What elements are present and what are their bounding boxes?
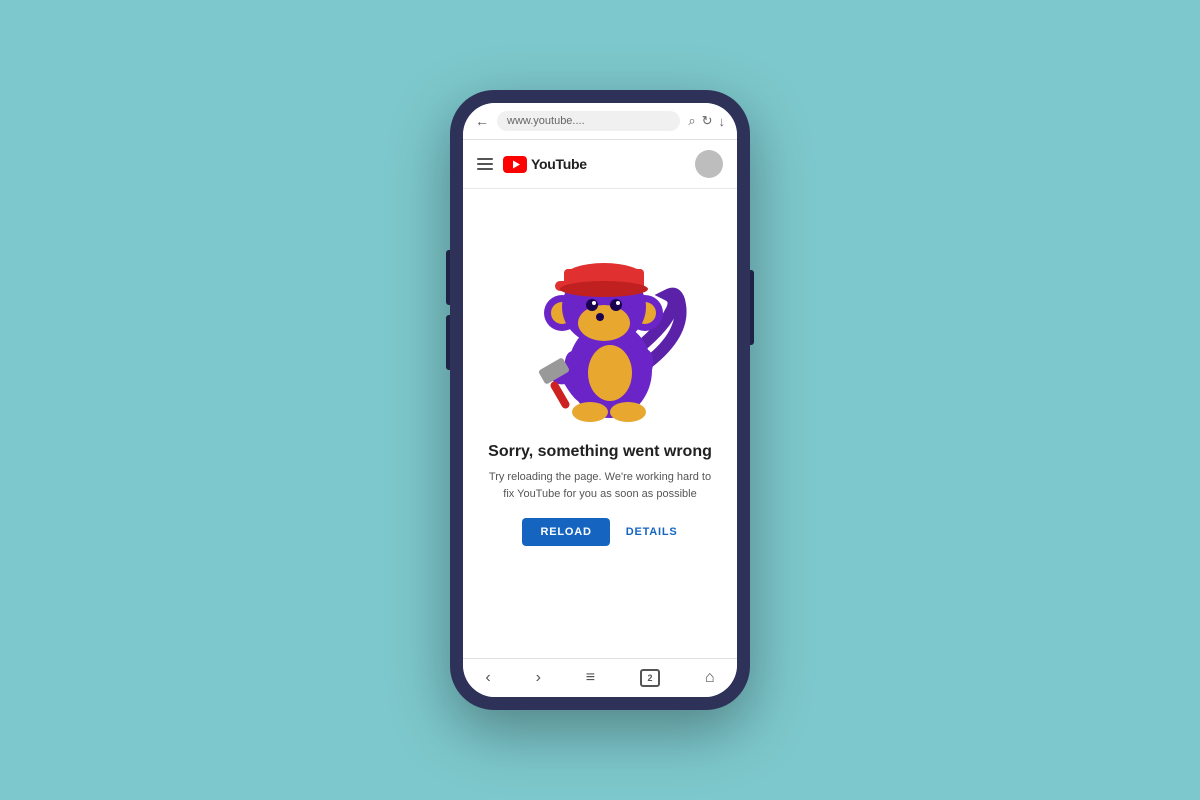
- nav-back-icon[interactable]: ‹: [485, 669, 490, 687]
- reload-button[interactable]: RELOAD: [522, 518, 609, 546]
- error-content: Sorry, something went wrong Try reloadin…: [463, 189, 737, 658]
- phone-frame: ← www.youtube.... ⌕ ↻ ↓: [450, 90, 750, 710]
- nav-home-icon[interactable]: ⌂: [705, 669, 715, 687]
- phone-screen: ← www.youtube.... ⌕ ↻ ↓: [463, 103, 737, 697]
- address-bar[interactable]: www.youtube....: [497, 111, 680, 131]
- youtube-icon: [503, 156, 527, 173]
- address-text: www.youtube....: [507, 115, 585, 127]
- user-avatar[interactable]: [695, 150, 723, 178]
- browser-icons: ⌕ ↻ ↓: [688, 113, 725, 129]
- yt-header-left: YouTube: [477, 156, 587, 173]
- youtube-logo: YouTube: [503, 156, 587, 173]
- search-icon[interactable]: ⌕: [688, 113, 695, 129]
- browser-bar: ← www.youtube.... ⌕ ↻ ↓: [463, 103, 737, 140]
- download-icon[interactable]: ↓: [719, 114, 726, 129]
- nav-forward-icon[interactable]: ›: [536, 669, 541, 687]
- error-title: Sorry, something went wrong: [488, 443, 712, 461]
- details-button[interactable]: DETAILS: [626, 526, 678, 538]
- nav-menu-icon[interactable]: ≡: [586, 669, 595, 687]
- youtube-header: YouTube: [463, 140, 737, 189]
- nav-tabs-button[interactable]: 2: [640, 669, 660, 687]
- youtube-wordmark: YouTube: [531, 156, 587, 172]
- button-row: RELOAD DETAILS: [522, 518, 677, 546]
- error-subtitle: Try reloading the page. We're working ha…: [483, 469, 717, 502]
- browser-back-icon[interactable]: ←: [475, 113, 489, 129]
- monkey-illustration: [500, 205, 700, 435]
- nav-tabs-count: 2: [647, 673, 652, 683]
- hamburger-menu[interactable]: [477, 158, 493, 170]
- nav-bar: ‹ › ≡ 2 ⌂: [463, 658, 737, 697]
- refresh-icon[interactable]: ↻: [702, 113, 713, 129]
